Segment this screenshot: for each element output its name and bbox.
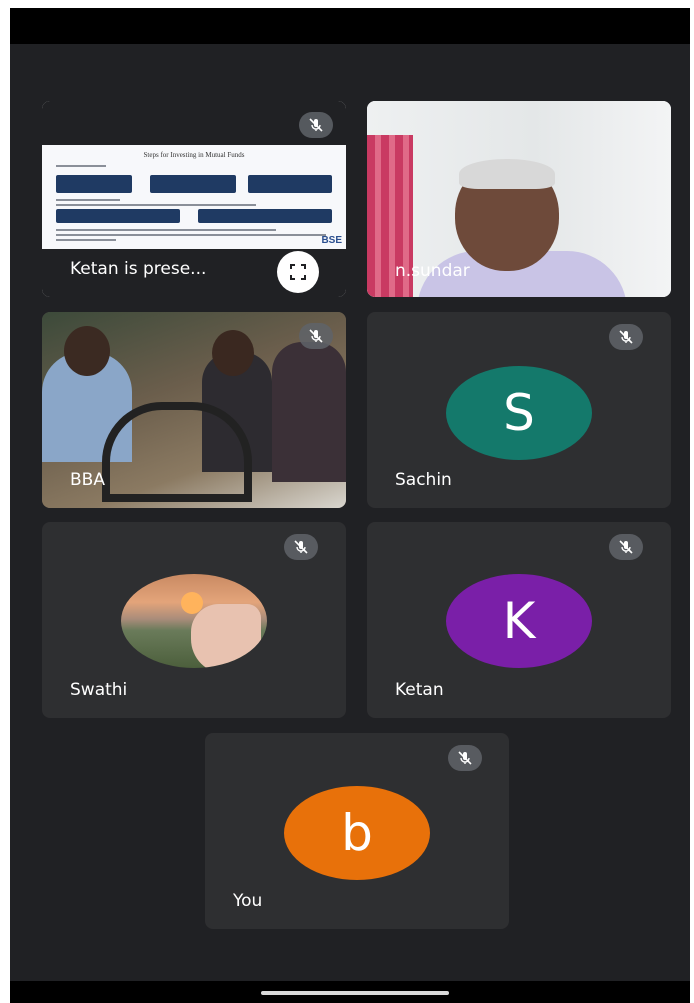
tile-sachin[interactable]: S Sachin xyxy=(367,312,671,508)
tile-ketan[interactable]: K Ketan xyxy=(367,522,671,718)
tile-name: n.sundar xyxy=(395,261,470,281)
tile-you[interactable]: b You xyxy=(205,733,509,929)
tile-name: Ketan xyxy=(395,680,444,700)
avatar: K xyxy=(446,574,592,668)
tile-name: You xyxy=(233,891,263,911)
slide-title: Steps for Investing in Mutual Funds xyxy=(143,151,245,159)
bse-logo: BSE xyxy=(321,235,342,246)
meet-screen: Steps for Investing in Mutual Funds BSE … xyxy=(10,8,690,1003)
mic-off-indicator xyxy=(284,534,318,560)
mic-off-indicator xyxy=(299,112,333,138)
mic-off-icon xyxy=(309,118,323,132)
fullscreen-icon xyxy=(290,264,306,280)
mic-off-icon xyxy=(294,540,308,554)
status-bar xyxy=(10,8,690,44)
tile-swathi[interactable]: Swathi xyxy=(42,522,346,718)
tile-n-sundar[interactable]: n.sundar xyxy=(367,101,671,297)
mic-off-icon xyxy=(619,330,633,344)
tile-name: Ketan is prese... xyxy=(70,259,207,279)
mic-off-indicator xyxy=(299,323,333,349)
tile-name: BBA xyxy=(70,470,105,490)
shared-slide: Steps for Investing in Mutual Funds BSE xyxy=(42,145,346,249)
mic-off-icon xyxy=(619,540,633,554)
mic-off-indicator xyxy=(609,534,643,560)
fullscreen-button[interactable] xyxy=(277,251,319,293)
tile-bba[interactable]: BBA xyxy=(42,312,346,508)
avatar: S xyxy=(446,366,592,460)
avatar: b xyxy=(284,786,430,880)
tile-name: Sachin xyxy=(395,470,452,490)
tile-presentation[interactable]: Steps for Investing in Mutual Funds BSE … xyxy=(42,101,346,297)
mic-off-icon xyxy=(458,751,472,765)
tile-name: Swathi xyxy=(70,680,128,700)
home-indicator[interactable] xyxy=(261,991,449,995)
avatar xyxy=(121,574,267,668)
mic-off-indicator xyxy=(448,745,482,771)
mic-off-indicator xyxy=(609,324,643,350)
mic-off-icon xyxy=(309,329,323,343)
